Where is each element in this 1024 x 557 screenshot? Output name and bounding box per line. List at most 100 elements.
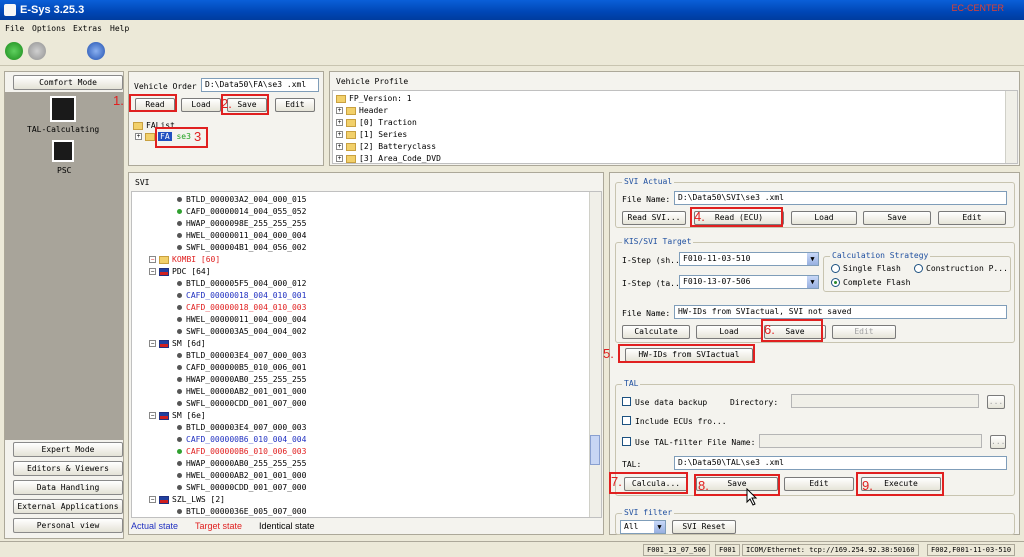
- construction-radio[interactable]: [914, 264, 923, 273]
- svi-actual-file-field[interactable]: D:\Data50\SVI\se3 .xml: [674, 191, 1007, 205]
- collapse-icon[interactable]: −: [149, 268, 156, 275]
- complete-flash-label[interactable]: Complete Flash: [843, 278, 910, 287]
- svi-tree-node[interactable]: − SZL_LWS [2]: [149, 495, 225, 504]
- collapse-icon[interactable]: −: [149, 412, 156, 419]
- use-tal-filter-checkbox[interactable]: [622, 437, 631, 446]
- construction-label[interactable]: Construction P...: [926, 264, 1008, 273]
- svi-tree-node[interactable]: BTLD_000005F5_004_000_012: [177, 279, 306, 288]
- svi-scrollbar[interactable]: [589, 192, 601, 517]
- fa-node[interactable]: + FA se3: [135, 132, 191, 141]
- vo-read-button[interactable]: Read: [135, 98, 175, 112]
- menu-extras[interactable]: Extras: [73, 24, 102, 33]
- svi-tree-node[interactable]: BTLD_000003E4_007_000_003: [177, 423, 306, 432]
- collapse-icon[interactable]: −: [149, 256, 156, 263]
- tal-filter-browse-button[interactable]: ...: [990, 435, 1006, 449]
- complete-flash-radio[interactable]: [831, 278, 840, 287]
- svi-tree-node[interactable]: SWFL_00000CDD_001_007_000: [177, 399, 306, 408]
- help-icon[interactable]: [87, 42, 105, 60]
- dropdown-arrow-icon[interactable]: ▼: [654, 521, 665, 533]
- single-flash-radio[interactable]: [831, 264, 840, 273]
- tal-execute-button[interactable]: Execute: [861, 477, 941, 491]
- svi-tree-node[interactable]: CAFD_000000B6_010_004_004: [177, 435, 306, 444]
- svi-tree-node[interactable]: SWFL_000003A5_004_004_002: [177, 327, 306, 336]
- expand-icon[interactable]: +: [336, 119, 343, 126]
- include-ecus-label[interactable]: Include ECUs fro...: [635, 417, 727, 426]
- tal-edit-button[interactable]: Edit: [784, 477, 854, 491]
- svi-tree-node[interactable]: HWAP_00000AB0_255_255_255: [177, 375, 306, 384]
- svi-actual-load-button[interactable]: Load: [791, 211, 857, 225]
- svi-tree-node[interactable]: HWEL_00000AB2_001_001_000: [177, 471, 306, 480]
- vo-save-button[interactable]: Save: [227, 98, 267, 112]
- svi-tree-node[interactable]: HWEL_00000011_004_000_004: [177, 231, 306, 240]
- svi-tree-node[interactable]: HWEL_00000011_004_000_004: [177, 315, 306, 324]
- profile-item[interactable]: + [1] Series: [336, 130, 407, 139]
- fp-version-node[interactable]: FP_Version: 1: [336, 94, 412, 103]
- include-ecus-checkbox[interactable]: [622, 416, 631, 425]
- tal-filter-field[interactable]: [759, 434, 982, 448]
- editors-viewers-button[interactable]: Editors & Viewers: [13, 461, 123, 476]
- expand-icon[interactable]: +: [336, 155, 343, 162]
- profile-item[interactable]: + [3] Area_Code_DVD: [336, 154, 441, 163]
- personal-view-button[interactable]: Personal view: [13, 518, 123, 533]
- menu-options[interactable]: Options: [32, 24, 66, 33]
- dropdown-arrow-icon[interactable]: ▼: [807, 276, 818, 288]
- profile-item[interactable]: + [0] Traction: [336, 118, 417, 127]
- svi-tree-node[interactable]: CAFD_000000B6_010_006_003: [177, 447, 306, 456]
- expand-icon[interactable]: +: [336, 131, 343, 138]
- use-data-backup-label[interactable]: Use data backup: [635, 398, 707, 407]
- external-applications-button[interactable]: External Applications: [13, 499, 123, 514]
- vo-load-button[interactable]: Load: [181, 98, 221, 112]
- vehicle-profile-scrollbar[interactable]: [1005, 91, 1017, 163]
- svi-tree-node[interactable]: CAFD_00000018_004_010_001: [177, 291, 306, 300]
- svi-actual-edit-button[interactable]: Edit: [938, 211, 1006, 225]
- vehicle-order-field[interactable]: D:\Data50\FA\se3 .xml: [201, 78, 319, 92]
- svi-tree-node[interactable]: CAFD_000000B5_010_006_001: [177, 363, 306, 372]
- connect-icon[interactable]: [5, 42, 23, 60]
- svi-tree-node[interactable]: HWEL_00000AB2_001_001_000: [177, 387, 306, 396]
- tal-file-field[interactable]: D:\Data50\TAL\se3 .xml: [674, 456, 1007, 470]
- expand-icon[interactable]: +: [336, 107, 343, 114]
- disconnect-icon[interactable]: [28, 42, 46, 60]
- hw-ids-button[interactable]: HW-IDs from SVIactual: [625, 348, 753, 362]
- collapse-icon[interactable]: −: [149, 340, 156, 347]
- kis-calculate-button[interactable]: Calculate: [622, 325, 690, 339]
- tal-calculating-label[interactable]: TAL-Calculating: [27, 125, 99, 134]
- tal-calculating-icon[interactable]: [50, 96, 76, 122]
- vo-edit-button[interactable]: Edit: [275, 98, 315, 112]
- falist-node[interactable]: FAList: [133, 121, 175, 130]
- svi-tree-node[interactable]: CAFD_00000018_004_010_003: [177, 303, 306, 312]
- svi-tree-node[interactable]: HWAP_00000AB0_255_255_255: [177, 459, 306, 468]
- svi-tree-node[interactable]: − KOMBI [60]: [149, 255, 220, 264]
- expert-mode-button[interactable]: Expert Mode: [13, 442, 123, 457]
- data-handling-button[interactable]: Data Handling: [13, 480, 123, 495]
- tal-calculate-button[interactable]: Calcula...: [624, 477, 688, 491]
- menu-file[interactable]: File: [5, 24, 24, 33]
- menu-help[interactable]: Help: [110, 24, 129, 33]
- vehicle-profile-tree[interactable]: [332, 90, 1018, 164]
- dropdown-arrow-icon[interactable]: ▼: [807, 253, 818, 265]
- read-ecu-button[interactable]: Read (ECU): [694, 211, 784, 225]
- svi-scroll-thumb[interactable]: [590, 435, 600, 465]
- comfort-mode-button[interactable]: Comfort Mode: [13, 75, 123, 90]
- svi-tree-node[interactable]: BTLD_000003E4_007_000_003: [177, 351, 306, 360]
- read-svi-button[interactable]: Read SVI...: [622, 211, 686, 225]
- svi-actual-save-button[interactable]: Save: [863, 211, 931, 225]
- istep-target-combo[interactable]: F010-13-07-506: [679, 275, 819, 289]
- kis-file-field[interactable]: HW-IDs from SVIactual, SVI not saved: [674, 305, 1007, 319]
- svi-tree-node[interactable]: − SM [6d]: [149, 339, 206, 348]
- directory-browse-button[interactable]: ...: [987, 395, 1005, 409]
- profile-item[interactable]: + Header: [336, 106, 388, 115]
- svi-reset-button[interactable]: SVI Reset: [672, 520, 736, 534]
- svi-tree-node[interactable]: SWFL_000004B1_004_056_002: [177, 243, 306, 252]
- svi-tree-node[interactable]: HWAP_0000098E_255_255_255: [177, 219, 306, 228]
- kis-edit-button[interactable]: Edit: [832, 325, 896, 339]
- directory-field[interactable]: [791, 394, 979, 408]
- use-data-backup-checkbox[interactable]: [622, 397, 631, 406]
- svi-tree-node[interactable]: − PDC [64]: [149, 267, 211, 276]
- single-flash-label[interactable]: Single Flash: [843, 264, 901, 273]
- svi-tree-node[interactable]: BTLD_000003A2_004_000_015: [177, 195, 306, 204]
- svi-tree-node[interactable]: CAFD_00000014_004_055_052: [177, 207, 306, 216]
- use-tal-filter-label[interactable]: Use TAL-filter File Name:: [635, 438, 755, 447]
- expand-icon[interactable]: +: [135, 133, 142, 140]
- collapse-icon[interactable]: −: [149, 496, 156, 503]
